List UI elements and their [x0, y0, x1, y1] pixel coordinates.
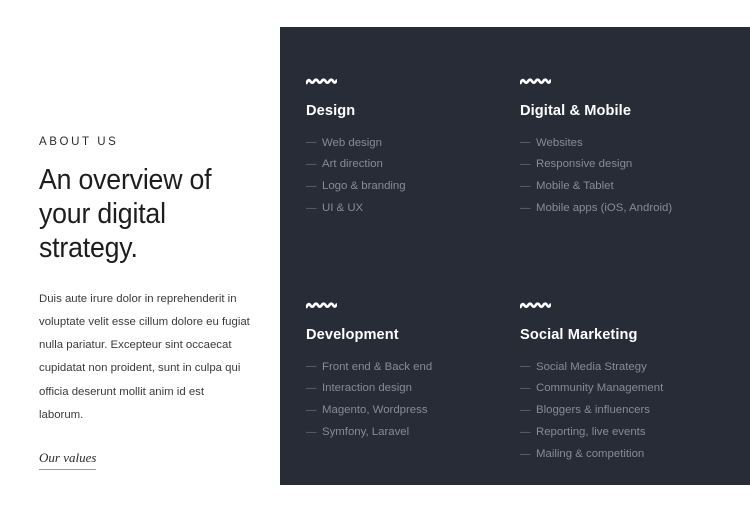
list-item[interactable]: Magento, Wordpress [306, 404, 520, 416]
service-item-list: Web design Art direction Logo & branding… [306, 137, 520, 215]
section-eyebrow: ABOUT US [39, 136, 119, 148]
list-item[interactable]: Web design [306, 137, 520, 149]
service-item-list: Websites Responsive design Mobile & Tabl… [520, 137, 750, 215]
wavy-squiggle-icon [306, 302, 337, 309]
list-item[interactable]: UI & UX [306, 202, 520, 214]
list-item[interactable]: Social Media Strategy [520, 361, 750, 373]
wavy-squiggle-icon [306, 78, 337, 85]
list-item[interactable]: Mobile apps (iOS, Android) [520, 202, 750, 214]
service-title: Digital & Mobile [520, 103, 632, 119]
wavy-squiggle-icon [520, 302, 551, 309]
service-card-social-marketing: Social Marketing Social Media Strategy C… [520, 301, 750, 485]
service-title: Development [306, 327, 399, 344]
list-item[interactable]: Logo & branding [306, 180, 520, 192]
service-card-digital-mobile: Digital & Mobile Websites Responsive des… [520, 77, 750, 239]
intro-column: ABOUT US An overview of your digital str… [39, 136, 253, 470]
intro-paragraph: Duis aute irure dolor in reprehenderit i… [39, 292, 250, 421]
about-us-section: ABOUT US An overview of your digital str… [0, 0, 750, 513]
service-card-development: Development Front end & Back end Interac… [306, 301, 520, 485]
service-title: Design [306, 103, 356, 119]
service-item-list: Front end & Back end Interaction design … [306, 361, 520, 439]
list-item[interactable]: Mobile & Tablet [520, 180, 750, 192]
our-values-link[interactable]: Our values [39, 450, 97, 470]
list-item[interactable]: Websites [520, 137, 750, 149]
service-card-design: Design Web design Art direction Logo & b… [306, 77, 520, 239]
service-title: Social Marketing [520, 327, 638, 344]
services-grid: Design Web design Art direction Logo & b… [306, 77, 750, 485]
list-item[interactable]: Bloggers & influencers [520, 404, 750, 416]
list-item[interactable]: Symfony, Laravel [306, 426, 520, 438]
service-item-list: Social Media Strategy Community Manageme… [520, 361, 750, 461]
list-item[interactable]: Interaction design [306, 383, 520, 395]
services-panel: Design Web design Art direction Logo & b… [280, 27, 750, 485]
list-item[interactable]: Responsive design [520, 158, 750, 170]
page-title: An overview of your digital strategy. [39, 163, 212, 264]
list-item[interactable]: Mailing & competition [520, 448, 750, 460]
list-item[interactable]: Reporting, live events [520, 426, 750, 438]
wavy-squiggle-icon [520, 78, 551, 85]
list-item[interactable]: Art direction [306, 158, 520, 170]
list-item[interactable]: Front end & Back end [306, 361, 520, 373]
list-item[interactable]: Community Management [520, 383, 750, 395]
